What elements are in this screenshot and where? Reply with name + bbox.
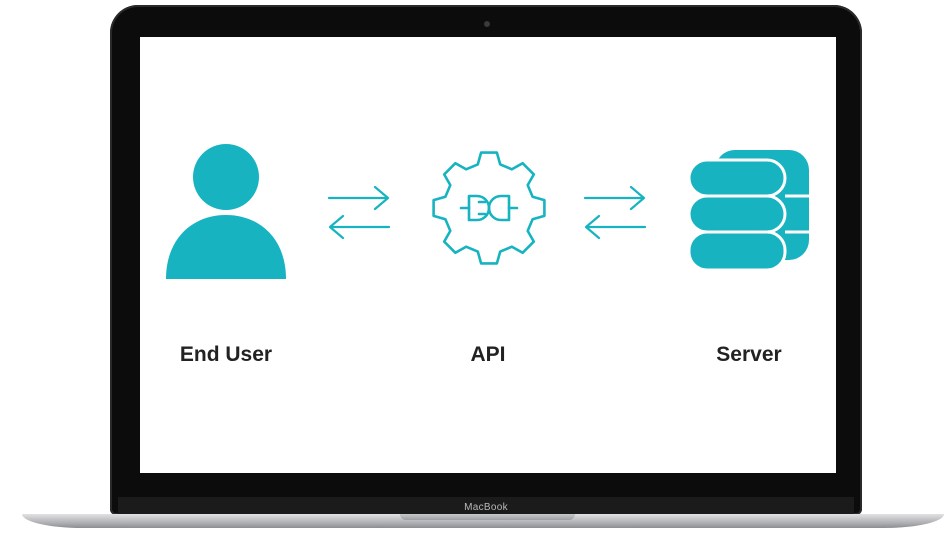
camera-icon	[484, 21, 490, 27]
brand-label: MacBook	[464, 501, 508, 513]
laptop-mockup: MacBook End User API Server	[0, 0, 950, 535]
node-label-api: API	[470, 343, 506, 366]
bidirectional-arrows-icon	[327, 185, 391, 240]
node-label-server: Server	[716, 343, 782, 366]
laptop-notch	[400, 514, 575, 520]
user-icon	[166, 144, 286, 279]
database-icon	[687, 150, 809, 272]
gear-plug-icon	[432, 151, 546, 265]
bidirectional-arrows-icon	[583, 185, 647, 240]
node-label-end-user: End User	[179, 343, 273, 366]
